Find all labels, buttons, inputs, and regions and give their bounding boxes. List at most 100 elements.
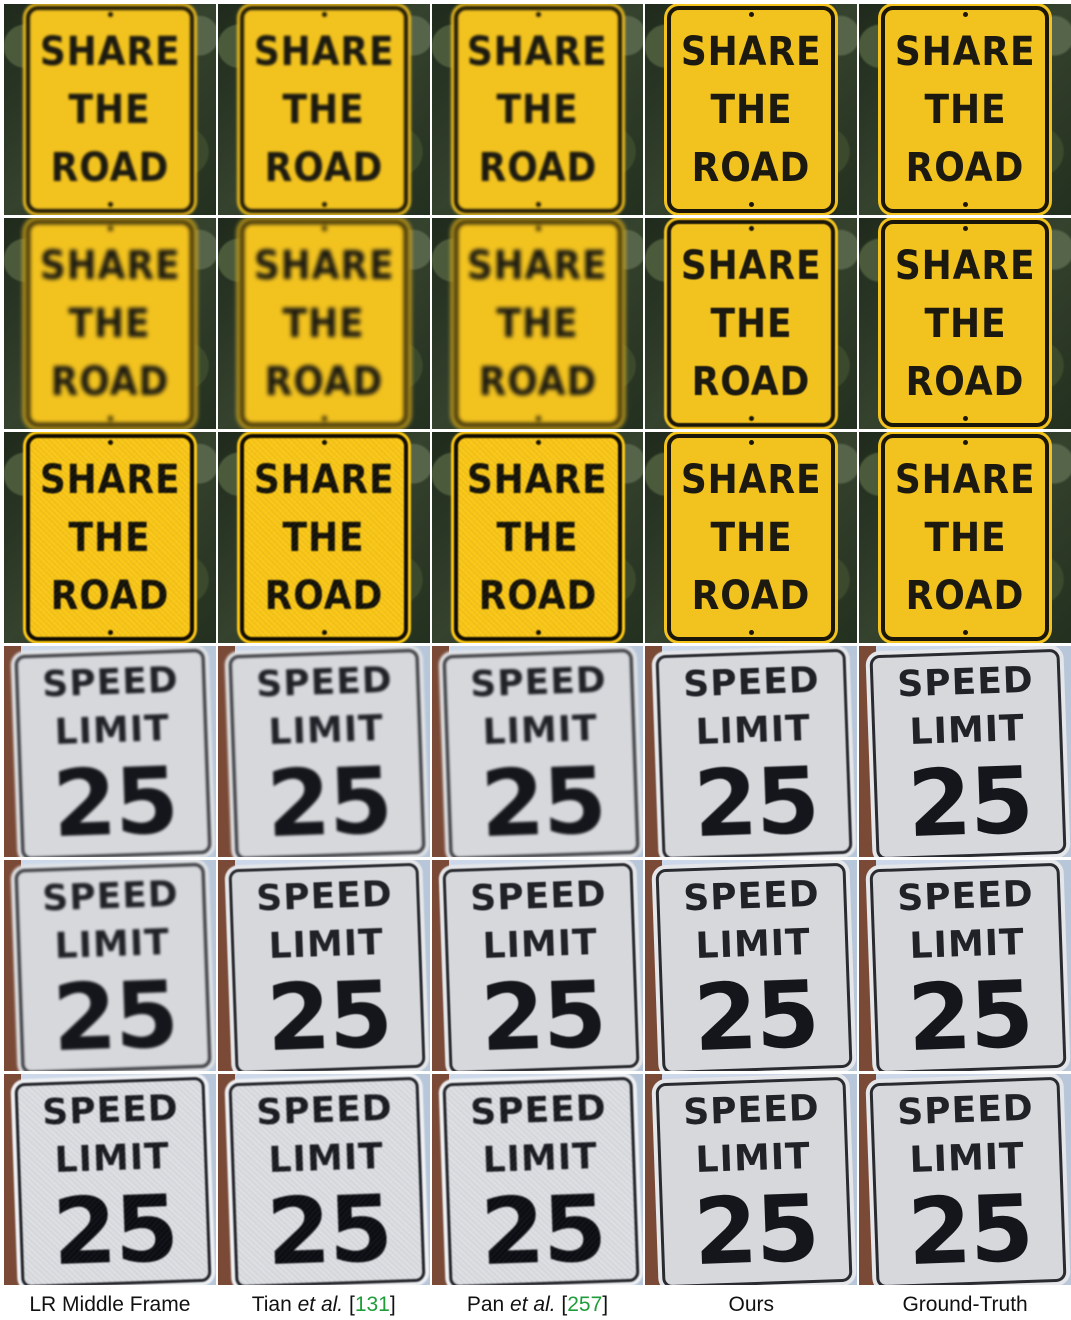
column-label: Pan et al. [257] xyxy=(466,1293,609,1316)
image-cell: SPEED LIMIT 25 xyxy=(431,860,644,1071)
sign-text-line: ROAD xyxy=(905,358,1025,405)
share-the-road-sign: SHARE THE ROAD xyxy=(667,434,836,641)
grid-row: SPEED LIMIT 25 SPEED LIMIT 25 SPEED LIMIT 25 SPEE… xyxy=(4,646,1071,857)
sign-text-line: ROAD xyxy=(50,572,170,619)
sign-text-line: ROAD xyxy=(692,144,811,191)
sign-bolt xyxy=(749,630,755,635)
image-cell: SPEED LIMIT 25 xyxy=(217,860,430,1071)
sign-text-line: SHARE xyxy=(39,242,181,289)
share-the-road-sign: SHARE THE ROAD xyxy=(26,434,194,641)
sign-text-line: SPEED xyxy=(41,659,180,705)
sign-text-line: THE xyxy=(69,86,151,133)
sign-text-line: SHARE xyxy=(467,456,608,503)
image-cell: SPEED LIMIT 25 xyxy=(4,860,216,1071)
share-the-road-sign: SHARE THE ROAD xyxy=(239,220,408,427)
sign-text-line: SPEED xyxy=(896,1087,1035,1133)
sign-text-line: 25 xyxy=(50,746,179,857)
sign-text-line: SHARE xyxy=(894,456,1036,503)
sign-bolt xyxy=(108,630,113,635)
share-the-road-sign: SHARE THE ROAD xyxy=(881,220,1050,427)
sign-text-line: SHARE xyxy=(253,456,395,503)
sign-text-line: THE xyxy=(710,514,793,561)
image-cell: SHARE THE ROAD xyxy=(217,4,430,215)
grid-row: SHARE THE ROAD SHARE THE ROAD SHARE THE ROAD SHAR… xyxy=(4,218,1071,429)
citation-link[interactable]: 257 xyxy=(567,1293,602,1316)
sign-text-line: SPEED xyxy=(469,659,607,705)
sign-bolt xyxy=(321,440,327,445)
sign-text-line: 25 xyxy=(264,1174,393,1285)
sign-text-line: THE xyxy=(282,86,365,133)
image-cell: SHARE THE ROAD xyxy=(645,218,858,429)
image-cell: SHARE THE ROAD xyxy=(859,218,1071,429)
sign-bolt xyxy=(535,12,541,17)
sign-text-line: 25 xyxy=(478,746,607,857)
sign-bolt xyxy=(749,416,755,421)
share-the-road-sign: SHARE THE ROAD xyxy=(667,6,836,213)
image-cell: SPEED LIMIT 25 xyxy=(645,860,858,1071)
share-the-road-sign: SHARE THE ROAD xyxy=(239,6,408,213)
share-the-road-sign: SHARE THE ROAD xyxy=(881,6,1050,213)
column-label-name: Ours xyxy=(728,1293,775,1316)
sign-text-line: SHARE xyxy=(253,28,395,75)
sign-bolt xyxy=(535,440,541,445)
speed-limit-sign: SPEED LIMIT 25 xyxy=(228,648,426,857)
grid-row: SPEED LIMIT 25 SPEED LIMIT 25 SPEED LIMIT 25 SPEE… xyxy=(4,1074,1071,1285)
sign-text-line: LIMIT xyxy=(481,1135,598,1181)
sign-bolt xyxy=(108,202,113,207)
sign-text-line: THE xyxy=(69,514,151,561)
image-cell: SPEED LIMIT 25 xyxy=(859,860,1071,1071)
sign-bolt xyxy=(321,416,327,421)
sign-text-line: ROAD xyxy=(264,358,384,405)
image-cell: SHARE THE ROAD xyxy=(431,218,644,429)
sign-text-line: 25 xyxy=(692,746,820,857)
speed-limit-sign: SPEED LIMIT 25 xyxy=(869,862,1067,1071)
sign-text-line: SHARE xyxy=(467,28,608,75)
image-cell: SPEED LIMIT 25 xyxy=(4,1074,216,1285)
column-label: Tian et al. [131] xyxy=(251,1293,396,1316)
sign-text-line: SPEED xyxy=(896,659,1035,705)
sign-bolt xyxy=(749,12,755,17)
sign-text-line: THE xyxy=(282,300,365,347)
speed-limit-sign: SPEED LIMIT 25 xyxy=(655,862,853,1071)
sign-text-line: SHARE xyxy=(681,456,822,503)
sign-text-line: LIMIT xyxy=(267,1135,385,1181)
citation-link[interactable]: 131 xyxy=(355,1293,390,1316)
sign-text-line: THE xyxy=(924,514,1007,561)
sign-text-line: THE xyxy=(924,300,1007,347)
sign-text-line: ROAD xyxy=(692,572,811,619)
speed-limit-sign: SPEED LIMIT 25 xyxy=(442,1076,640,1285)
sign-bolt xyxy=(321,12,327,17)
column-label: LR Middle Frame xyxy=(4,1291,216,1319)
image-cell: SHARE THE ROAD xyxy=(859,432,1071,643)
sign-text-line: SHARE xyxy=(39,28,181,75)
sign-text-line: SHARE xyxy=(39,456,181,503)
sign-text-line: 25 xyxy=(50,1174,179,1285)
sign-bolt xyxy=(963,630,969,635)
sign-text-line: 25 xyxy=(906,960,1034,1071)
speed-limit-sign: SPEED LIMIT 25 xyxy=(14,862,212,1071)
sign-text-line: THE xyxy=(496,86,579,133)
image-cell: SHARE THE ROAD xyxy=(4,432,216,643)
image-cell: SPEED LIMIT 25 xyxy=(4,646,216,857)
grid-row: SHARE THE ROAD SHARE THE ROAD SHARE THE ROAD SHAR… xyxy=(4,432,1071,643)
column-label-name: Ground-Truth xyxy=(902,1293,1028,1316)
sign-bolt xyxy=(749,202,755,207)
image-cell: SPEED LIMIT 25 xyxy=(645,646,858,857)
sign-text-line: 25 xyxy=(906,746,1034,857)
sign-bolt xyxy=(535,416,541,421)
column-label-etal: et al. xyxy=(297,1293,344,1316)
sign-bolt xyxy=(963,226,969,231)
sign-bolt xyxy=(321,202,327,207)
sign-text-line: 25 xyxy=(264,960,393,1071)
sign-bolt xyxy=(749,226,755,231)
sign-text-line: SPEED xyxy=(255,1087,394,1133)
share-the-road-sign: SHARE THE ROAD xyxy=(26,6,194,213)
share-the-road-sign: SHARE THE ROAD xyxy=(667,220,836,427)
sign-text-line: SHARE xyxy=(253,242,395,289)
sign-text-line: THE xyxy=(496,300,579,347)
sign-text-line: SPEED xyxy=(682,873,821,919)
sign-text-line: SPEED xyxy=(255,873,394,919)
column-label-name: Pan xyxy=(466,1293,505,1316)
image-cell: SPEED LIMIT 25 xyxy=(431,1074,644,1285)
image-cell: SPEED LIMIT 25 xyxy=(859,1074,1071,1285)
